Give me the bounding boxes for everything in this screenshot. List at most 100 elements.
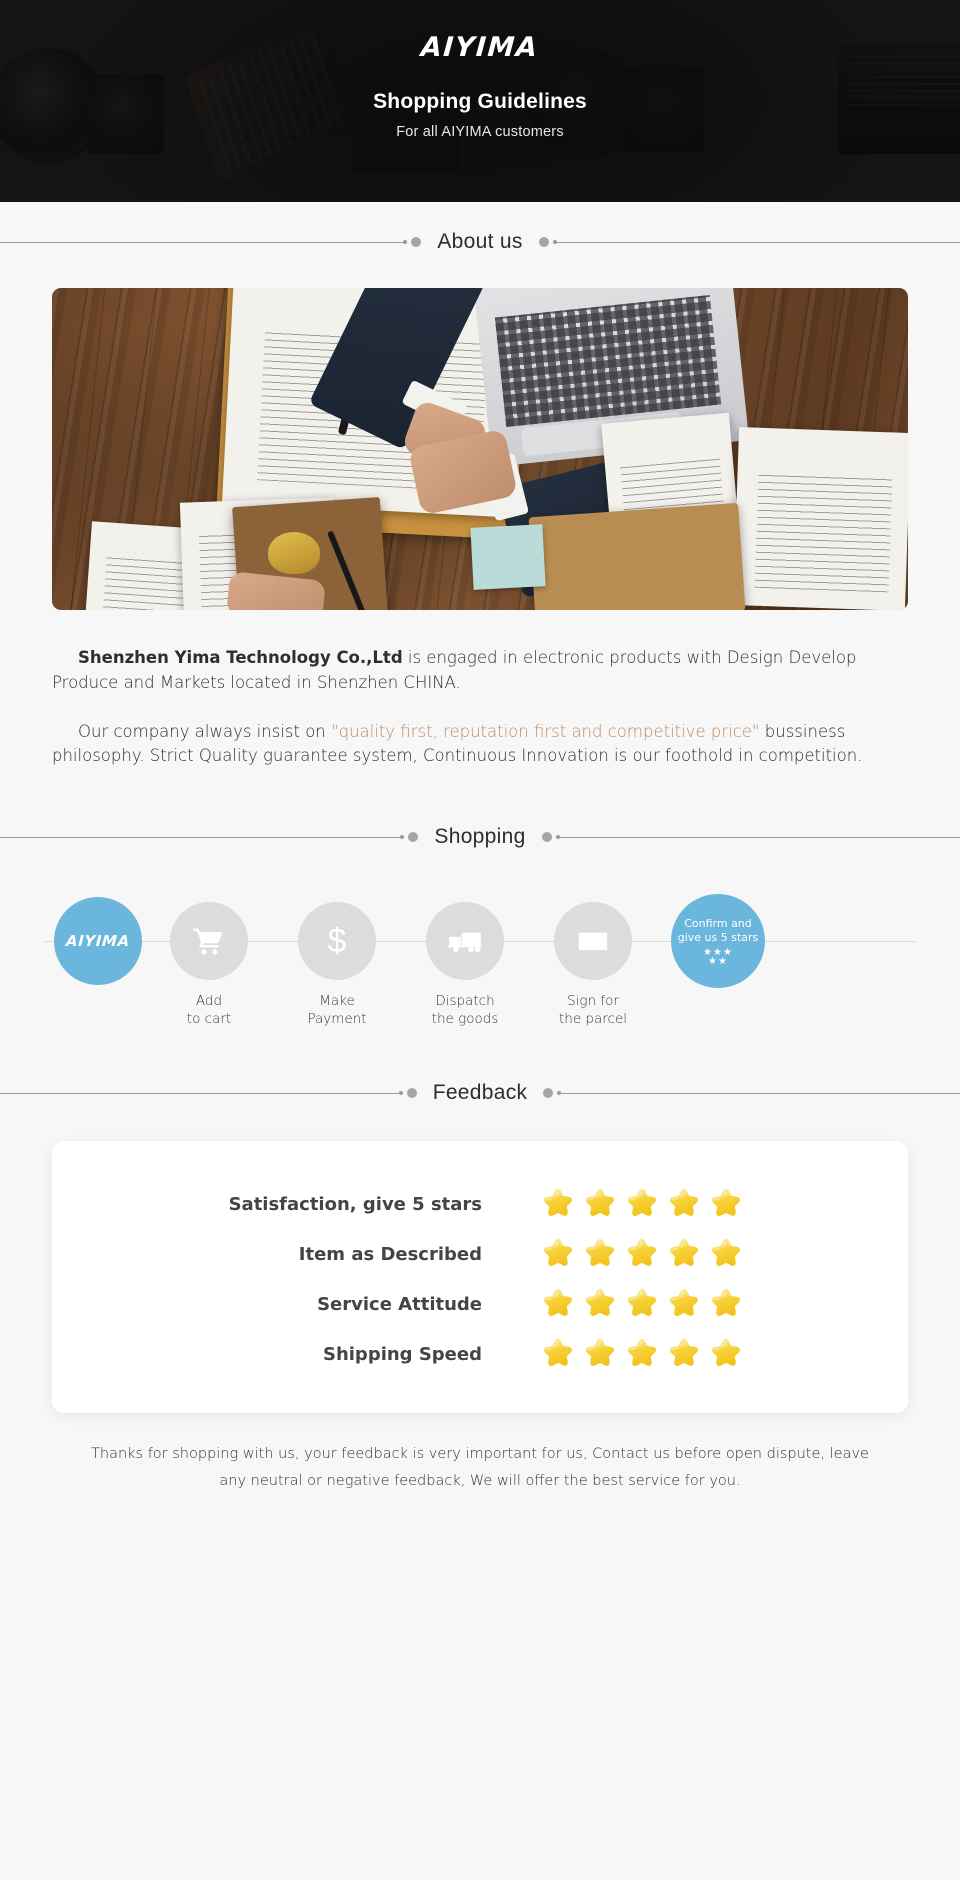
- star-icon: [669, 1288, 699, 1317]
- divider-line-right: [556, 241, 960, 243]
- star-icon: [585, 1238, 615, 1267]
- star-icon: [711, 1238, 741, 1267]
- feedback-row-rating: [540, 1336, 770, 1372]
- star-icon: [585, 1188, 615, 1217]
- step-label-line1: Dispatch: [435, 993, 495, 1009]
- star-icon: [543, 1238, 573, 1267]
- about-section-title: About us: [437, 230, 523, 253]
- divider-dot-large-right: [543, 1088, 554, 1098]
- star-icon: [543, 1288, 573, 1317]
- step-label-line2: the goods: [431, 1010, 499, 1027]
- feedback-row-rating: [540, 1236, 770, 1272]
- feedback-card: Satisfaction, give 5 stars Item as Descri…: [52, 1141, 908, 1413]
- sticky-note: [470, 524, 546, 590]
- star-icon: [585, 1338, 615, 1367]
- feedback-row-rating: [540, 1286, 770, 1322]
- feedback-row: Item as Described: [52, 1229, 908, 1279]
- aiyima-logo-icon: AIYIMA: [65, 932, 131, 950]
- divider-dot-large-right: [541, 832, 552, 842]
- shopping-step-dispatch: Dispatch the goods: [395, 893, 535, 1029]
- shopping-steps: AIYIMA Add to cart $ Make Payment Dispat…: [0, 893, 960, 1035]
- dispatch-bubble: [426, 902, 504, 980]
- star-icon: [627, 1238, 657, 1267]
- feedback-row-label: Service Attitude: [317, 1293, 482, 1315]
- star-icon: [711, 1188, 741, 1217]
- divider-dot-large-left: [411, 237, 422, 247]
- star-icon: [627, 1288, 657, 1317]
- confirm-line2: give us 5 stars: [677, 931, 759, 944]
- feedback-section-heading: Feedback: [0, 1081, 960, 1105]
- shopping-guidelines-page: AIYIMA Shopping Guidelines For all AIYIM…: [0, 0, 960, 1531]
- about-section: About us Shenzhen Yima Technology Co.,Lt…: [0, 202, 960, 769]
- about-text: Shenzhen Yima Technology Co.,Ltd is enga…: [52, 610, 908, 769]
- step-label: Dispatch the goods: [395, 993, 535, 1029]
- divider-line-left: [0, 836, 401, 838]
- feedback-row: Service Attitude: [52, 1279, 908, 1329]
- shopping-step-add-to-cart: Add to cart: [139, 893, 279, 1029]
- feedback-row-rating: [540, 1186, 770, 1222]
- envelope-icon: [578, 932, 608, 951]
- star-icon: [627, 1338, 657, 1367]
- step-label-line2: the parcel: [558, 1010, 628, 1027]
- folder-right: [528, 502, 746, 610]
- divider-dot-large-right: [538, 237, 549, 247]
- feedback-note: Thanks for shopping with us, your feedba…: [91, 1446, 869, 1489]
- page-subtitle: For all AIYIMA customers: [396, 124, 564, 140]
- step-label: Add to cart: [139, 993, 279, 1029]
- feedback-section-title: Feedback: [432, 1081, 528, 1104]
- confirm-line1: Confirm and: [684, 917, 752, 931]
- company-name: Shenzhen Yima Technology Co.,Ltd: [78, 648, 403, 667]
- divider-dot-small-left: [398, 1091, 403, 1095]
- confirm-stars-icon: ★★★ ★★: [703, 948, 733, 967]
- star-icon: [627, 1188, 657, 1217]
- truck-icon: [448, 932, 482, 953]
- divider-dot-large-left: [408, 832, 419, 842]
- about-paragraph-2: Our company always insist on "quality fi…: [52, 720, 908, 770]
- star-icon: [669, 1188, 699, 1217]
- divider-line-right: [559, 836, 960, 838]
- star-icon: [585, 1288, 615, 1317]
- feedback-row-label: Shipping Speed: [322, 1343, 482, 1365]
- shopping-section-title: Shopping: [434, 825, 526, 848]
- company-motto: "quality first, reputation first and com…: [331, 721, 760, 741]
- about-photo: [52, 288, 908, 610]
- step-label: Sign for the parcel: [523, 993, 663, 1029]
- divider-dot-small-left: [400, 835, 405, 839]
- star-icon: [543, 1188, 573, 1217]
- step-label-line1: Make: [319, 993, 355, 1009]
- aiyima-badge: AIYIMA: [54, 897, 142, 985]
- divider-line-left: [0, 1092, 399, 1094]
- shopping-step-make-payment: $ Make Payment: [267, 893, 407, 1029]
- aiyima-logo: AIYIMA: [420, 32, 540, 63]
- confirm-text: Confirm and give us 5 stars: [678, 915, 759, 945]
- step-label: Make Payment: [267, 993, 407, 1029]
- step-label-line2: Payment: [307, 1010, 367, 1027]
- feedback-row-label: Item as Described: [298, 1243, 482, 1265]
- about-paragraph-2-pre: Our company always insist on: [78, 721, 332, 741]
- dollar-icon: $: [327, 922, 347, 960]
- step-label-line1: Add: [195, 993, 223, 1009]
- star-icon: [669, 1238, 699, 1267]
- step-label-line2: to cart: [186, 1010, 232, 1027]
- divider-line-right: [561, 1092, 960, 1094]
- document-right-2: [732, 427, 908, 610]
- divider-dot-small-left: [403, 240, 408, 244]
- star-icon: [543, 1338, 573, 1367]
- cart-bubble: [170, 902, 248, 980]
- confirm-bubble: Confirm and give us 5 stars ★★★ ★★: [671, 894, 765, 988]
- feedback-row-label: Satisfaction, give 5 stars: [228, 1193, 482, 1215]
- shopping-step-confirm: Confirm and give us 5 stars ★★★ ★★: [648, 893, 788, 988]
- shopping-section-heading: Shopping: [0, 825, 960, 849]
- confirm-stars-bottom: ★★: [708, 956, 728, 968]
- feedback-row: Shipping Speed: [52, 1329, 908, 1379]
- step-label-line1: Sign for: [567, 993, 619, 1009]
- star-icon: [669, 1338, 699, 1367]
- page-title: Shopping Guidelines: [373, 90, 587, 113]
- star-icon: [711, 1288, 741, 1317]
- shopping-step-sign-parcel: Sign for the parcel: [523, 893, 663, 1029]
- payment-bubble: $: [298, 902, 376, 980]
- divider-line-left: [0, 241, 404, 243]
- brass-stamp-icon: [268, 532, 320, 574]
- star-icon: [711, 1338, 741, 1367]
- sign-bubble: [554, 902, 632, 980]
